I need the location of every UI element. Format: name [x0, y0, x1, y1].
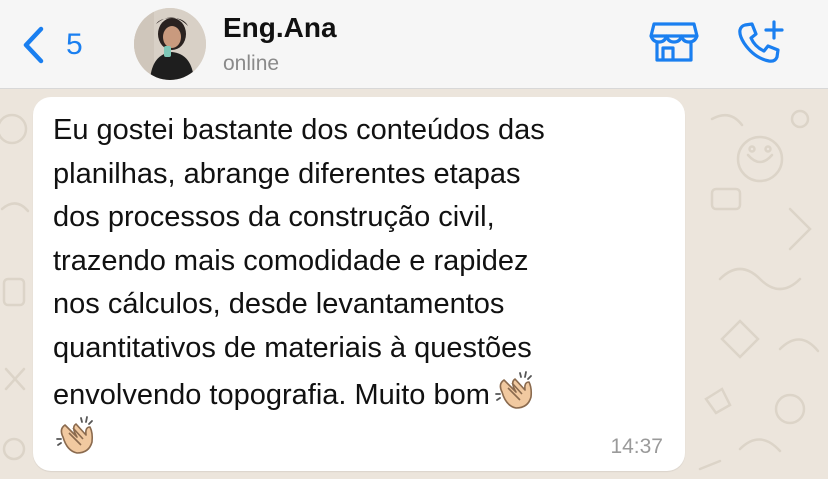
chat-header: 5 Eng.Ana online: [0, 0, 828, 89]
add-call-icon: [736, 18, 784, 71]
avatar[interactable]: [134, 8, 206, 80]
message-timestamp: 14:37: [610, 435, 663, 458]
back-button[interactable]: 5: [22, 24, 112, 66]
contact-status: online: [223, 52, 280, 75]
chevron-left-icon: [22, 26, 44, 64]
clapping-hands-emoji: [494, 370, 538, 424]
clapping-hands-emoji: [55, 415, 99, 460]
message-bubble[interactable]: Eu gostei bastante dos conteúdos das pla…: [33, 97, 685, 471]
add-call-button[interactable]: [734, 18, 786, 70]
storefront-icon: [649, 20, 699, 69]
catalog-button[interactable]: [648, 18, 700, 70]
message-text: Eu gostei bastante dos conteúdos das pla…: [53, 109, 643, 424]
contact-name[interactable]: Eng.Ana: [223, 12, 337, 44]
unread-count: 5: [66, 28, 83, 61]
message-body: Eu gostei bastante dos conteúdos das pla…: [53, 114, 545, 411]
